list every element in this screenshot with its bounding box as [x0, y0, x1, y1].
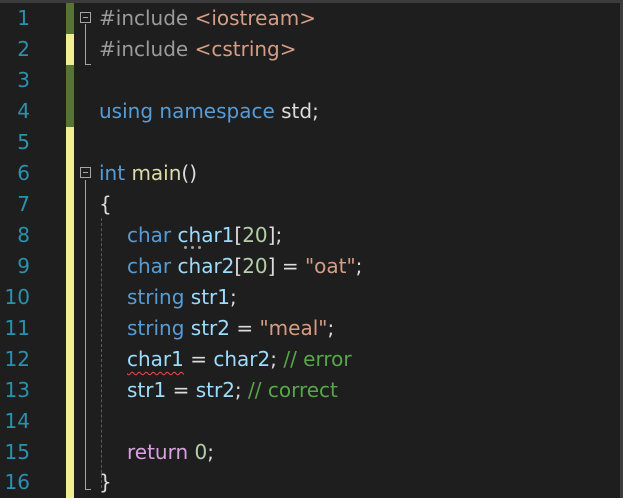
code-line-11[interactable]: 11 string str2 = "meal"; [0, 313, 623, 344]
line-number: 6 [17, 161, 30, 185]
error-squiggle: char1 [127, 347, 184, 371]
code-text: string str2 = "meal"; [127, 316, 335, 340]
line-number: 8 [17, 223, 30, 247]
change-marker-unsaved [66, 220, 74, 251]
line-number: 5 [17, 130, 30, 154]
code-text: str1 = str2; // correct [127, 378, 338, 402]
code-line-16[interactable]: 16 } [0, 467, 623, 498]
fold-region-line [85, 24, 86, 64]
code-line-1[interactable]: 1 #include <iostream> [0, 3, 623, 34]
code-line-12[interactable]: 12 char1 = char2; // error [0, 344, 623, 375]
code-line-7[interactable]: 7 { [0, 189, 623, 220]
code-line-9[interactable]: 9 char char2[20] = "oat"; [0, 251, 623, 282]
code-text: return 0; [127, 440, 214, 464]
line-number: 3 [17, 68, 30, 92]
line-number: 7 [17, 192, 30, 216]
code-line-2[interactable]: 2 #include <cstring> [0, 34, 623, 65]
change-marker-unsaved [66, 344, 74, 375]
code-text: } [99, 470, 112, 494]
change-marker-unsaved [66, 437, 74, 468]
change-marker-unsaved [66, 375, 74, 406]
code-line-8[interactable]: 8 char char1[20]; [0, 220, 623, 251]
suggestion-dots-icon[interactable] [184, 246, 204, 250]
line-number: 12 [4, 347, 30, 371]
collapse-icon[interactable] [80, 167, 91, 178]
line-number: 15 [4, 440, 30, 464]
code-text: #include <iostream> [99, 6, 316, 30]
code-line-15[interactable]: 15 return 0; [0, 437, 623, 468]
change-marker-unsaved [66, 282, 74, 313]
code-text: int main() [99, 161, 198, 185]
code-line-14[interactable]: 14 [0, 406, 623, 437]
change-marker-saved [66, 65, 74, 96]
change-marker-unsaved [66, 189, 74, 220]
code-text: char char1[20]; [127, 223, 283, 247]
change-marker-unsaved [66, 127, 74, 158]
code-text: { [99, 192, 112, 216]
collapse-icon[interactable] [80, 12, 91, 23]
code-line-4[interactable]: 4 using namespace std; [0, 96, 623, 127]
change-marker-saved [66, 3, 74, 34]
code-text: char1 = char2; // error [127, 347, 352, 371]
change-marker-unsaved [66, 251, 74, 282]
code-line-13[interactable]: 13 str1 = str2; // correct [0, 375, 623, 406]
line-number: 13 [4, 378, 30, 402]
change-marker-saved [66, 96, 74, 127]
line-number: 16 [4, 470, 30, 494]
change-marker-unsaved [66, 406, 74, 437]
change-marker-unsaved [66, 313, 74, 344]
line-number: 10 [4, 285, 30, 309]
code-text: #include <cstring> [99, 37, 297, 61]
line-number: 9 [17, 254, 30, 278]
change-marker-unsaved [66, 34, 74, 65]
change-marker-unsaved [66, 467, 74, 498]
line-number: 4 [17, 99, 30, 123]
code-line-6[interactable]: 6 int main() [0, 158, 623, 189]
code-editor[interactable]: 1 #include <iostream> 2 #include <cstrin… [0, 0, 623, 498]
code-text: using namespace std; [99, 99, 319, 123]
line-number: 2 [17, 37, 30, 61]
line-number: 1 [17, 6, 30, 30]
code-line-5[interactable]: 5 [0, 127, 623, 158]
code-text: string str1; [127, 285, 237, 309]
code-text: char char2[20] = "oat"; [127, 254, 363, 278]
line-number: 14 [4, 409, 30, 433]
code-line-10[interactable]: 10 string str1; [0, 282, 623, 313]
code-line-3[interactable]: 3 [0, 65, 623, 96]
line-number: 11 [4, 316, 30, 340]
change-marker-unsaved [66, 158, 74, 189]
